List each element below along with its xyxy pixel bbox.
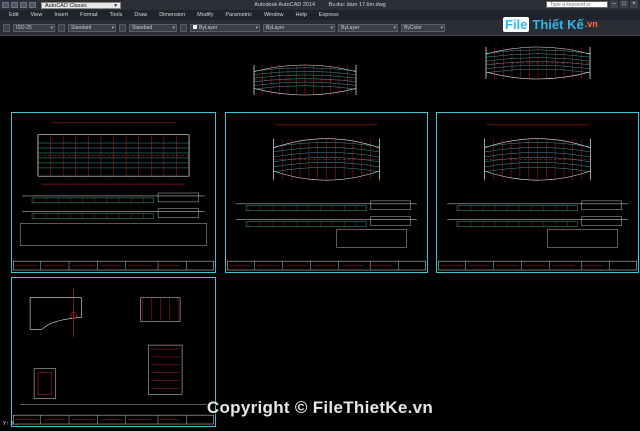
- close-button[interactable]: ×: [630, 1, 638, 8]
- copyright-watermark: Copyright © FileThietKe.vn: [206, 398, 434, 417]
- minimize-button[interactable]: –: [610, 1, 618, 8]
- tablestyle-select[interactable]: Standard: [129, 23, 177, 32]
- sheet-2-drawing: [227, 124, 426, 271]
- layer-icon[interactable]: [180, 23, 187, 32]
- color-label: ByLayer: [199, 24, 218, 31]
- workspace-select[interactable]: AutoCAD Classic ▾: [41, 1, 121, 9]
- maximize-button[interactable]: □: [620, 1, 628, 8]
- menu-edit[interactable]: Edit: [3, 10, 24, 20]
- site-logo: File Thiết Kế .vn: [503, 13, 598, 35]
- logo-thietke: Thiết Kế: [532, 16, 584, 32]
- menu-format[interactable]: Format: [74, 10, 103, 20]
- search-input[interactable]: Type a keyword or phrase: [546, 1, 608, 15]
- tablestyle-icon[interactable]: [119, 23, 126, 32]
- title-right-controls: Type a keyword or phrase – □ ×: [546, 1, 638, 15]
- linetype-select[interactable]: ByLayer: [263, 23, 335, 32]
- chevron-down-icon: ▾: [114, 2, 117, 9]
- drawing-sheet-2[interactable]: [225, 112, 428, 273]
- app-name: Autodesk AutoCAD 2014: [254, 2, 316, 8]
- textstyle-icon[interactable]: [58, 23, 65, 32]
- sheet-3-drawing: [438, 124, 637, 271]
- menu-parametric[interactable]: Parametric: [219, 10, 258, 20]
- ucs-icon: Y↑ X→: [3, 421, 19, 427]
- drawing-sheet-1[interactable]: [11, 112, 216, 273]
- color-select[interactable]: ByLayer: [190, 23, 260, 32]
- open-icon[interactable]: [20, 2, 27, 8]
- sheet-1-drawing: [13, 122, 214, 271]
- workspace-label: AutoCAD Classic: [45, 2, 88, 9]
- menu-dimension[interactable]: Dimension: [153, 10, 191, 20]
- menu-express[interactable]: Express: [313, 10, 345, 20]
- new-icon[interactable]: [11, 2, 18, 8]
- save-icon[interactable]: [29, 2, 36, 8]
- quick-access-toolbar: AutoCAD Classic ▾: [0, 1, 121, 9]
- menu-modify[interactable]: Modify: [191, 10, 219, 20]
- logo-vn: .vn: [584, 19, 598, 29]
- drawing-canvas[interactable]: Y↑ X→: [0, 37, 640, 431]
- menu-window[interactable]: Window: [258, 10, 290, 20]
- menu-tools[interactable]: Tools: [104, 10, 129, 20]
- plotstyle-select[interactable]: ByColor: [401, 23, 445, 32]
- menu-help[interactable]: Help: [290, 10, 313, 20]
- menu-draw[interactable]: Draw: [128, 10, 153, 20]
- color-swatch: [193, 25, 197, 30]
- drawing-sheet-3[interactable]: [436, 112, 639, 273]
- textstyle-select[interactable]: Standard: [68, 23, 116, 32]
- logo-file: File: [503, 16, 530, 32]
- top-plan-drawing-2: [485, 46, 591, 80]
- menu-insert[interactable]: Insert: [48, 10, 74, 20]
- top-plan-drawing-1: [253, 64, 357, 96]
- menu-view[interactable]: View: [24, 10, 48, 20]
- app-menu-icon[interactable]: [2, 2, 9, 8]
- file-name: Bv.duc dam 17.6m.dwg: [328, 2, 386, 8]
- dimstyle-select[interactable]: ISO-25: [13, 23, 55, 32]
- lineweight-select[interactable]: ByLayer: [338, 23, 398, 32]
- title-bar: AutoCAD Classic ▾ Autodesk AutoCAD 2014 B…: [0, 0, 640, 15]
- dimstyle-icon[interactable]: [3, 23, 10, 32]
